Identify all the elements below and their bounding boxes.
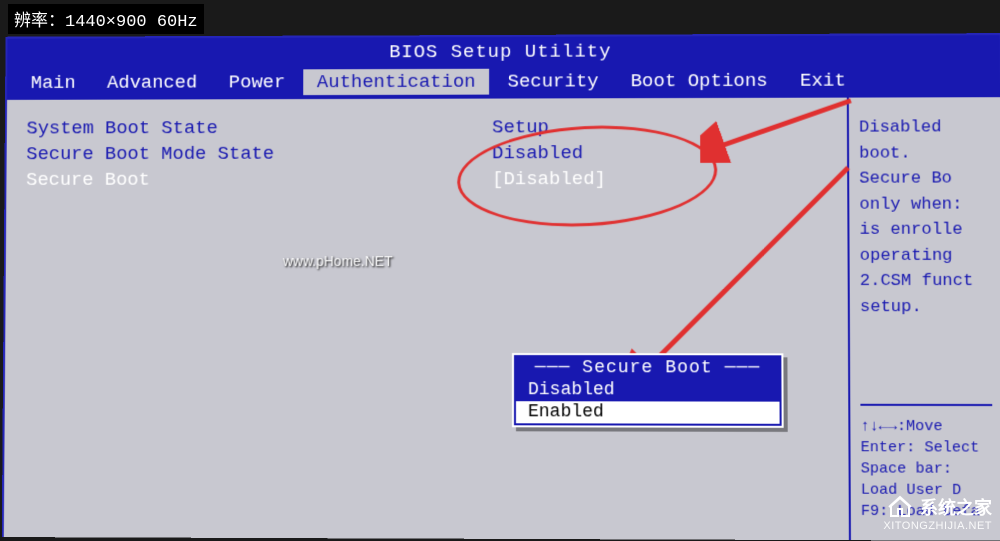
setting-secure-boot[interactable]: Secure Boot [Disabled]: [26, 168, 827, 191]
setting-secure-boot-mode-state: Secure Boot Mode State Disabled: [26, 142, 827, 165]
popup-title: Secure Boot: [516, 357, 779, 379]
menu-main[interactable]: Main: [17, 70, 90, 96]
setting-value: [Disabled]: [492, 168, 606, 190]
help-text: Disabled boot. Secure Bo only when: is e…: [859, 115, 992, 404]
menu-security[interactable]: Security: [494, 68, 613, 94]
menu-advanced[interactable]: Advanced: [93, 70, 211, 96]
bios-title: BIOS Setup Utility: [7, 35, 1000, 66]
menu-exit[interactable]: Exit: [786, 68, 860, 94]
setting-label: Secure Boot: [26, 168, 492, 191]
bios-screen: BIOS Setup Utility Main Advanced Power A…: [2, 33, 1000, 541]
menu-power[interactable]: Power: [215, 69, 299, 95]
bios-main-area: System Boot State Setup Secure Boot Mode…: [4, 97, 1000, 541]
secure-boot-popup: Secure Boot Disabled Enabled: [512, 353, 784, 428]
setting-value: Disabled: [492, 142, 583, 164]
setting-label: System Boot State: [26, 116, 492, 139]
setting-system-boot-state: System Boot State Setup: [26, 116, 826, 140]
setting-label: Secure Boot Mode State: [26, 142, 492, 165]
monitor-resolution-label: 辨率：1440×900 60Hz: [8, 4, 204, 34]
popup-option-enabled[interactable]: Enabled: [516, 401, 780, 424]
menu-authentication[interactable]: Authentication: [303, 69, 490, 95]
bios-help-pane: Disabled boot. Secure Bo only when: is e…: [849, 97, 1000, 541]
bios-content-pane: System Boot State Setup Secure Boot Mode…: [4, 98, 851, 541]
popup-option-disabled[interactable]: Disabled: [516, 379, 780, 402]
watermark-phome: www.pHome.NET: [283, 253, 393, 269]
setting-value: Setup: [492, 116, 549, 138]
help-footer: ↑↓←→:Move Enter: Select Space bar: Load …: [860, 404, 993, 523]
bios-menu-bar: Main Advanced Power Authentication Secur…: [7, 63, 1000, 100]
menu-boot-options[interactable]: Boot Options: [617, 68, 782, 94]
